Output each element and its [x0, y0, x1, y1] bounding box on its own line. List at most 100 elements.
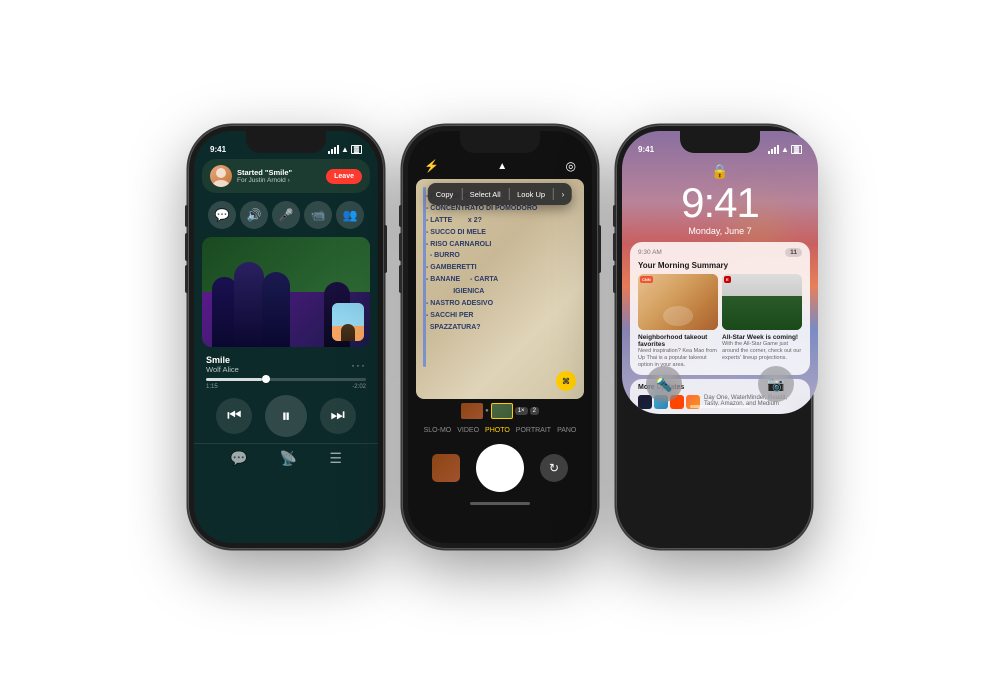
lock-icon: 🔒 — [622, 163, 818, 180]
mode-pano[interactable]: PANO — [557, 427, 576, 434]
leave-button[interactable]: Leave — [326, 169, 362, 184]
article1-image: CNN — [638, 274, 718, 330]
live-text-badge[interactable]: ⌘ — [556, 371, 576, 391]
facetime-controls: 💬 🔊 🎤 📹 👥 — [194, 195, 378, 235]
notch — [460, 131, 540, 153]
select-all-menu-item[interactable]: Select All — [470, 190, 501, 199]
rewind-button[interactable]: ⏮ — [216, 398, 252, 434]
settings-chevron[interactable]: ▲ — [497, 161, 507, 172]
phone-left-screen: 9:41 ▲ ▓ — [194, 131, 378, 543]
status-icons: ▲ ▓ — [328, 145, 362, 154]
notification-captions: Neighborhood takeout favorites Need insp… — [638, 334, 802, 369]
mode-slomo[interactable]: SLO-MO — [424, 427, 452, 434]
volume-up-button[interactable] — [185, 233, 188, 261]
mode-video[interactable]: VIDEO — [457, 427, 479, 434]
photo-thumbnails: ● 1× 2 — [408, 399, 592, 423]
volume-down-button[interactable] — [399, 265, 402, 293]
track-artist: Wolf Alice — [206, 365, 239, 374]
queue-button[interactable]: ☰ — [329, 450, 342, 467]
note-line-7: - GAMBERETTI — [426, 262, 574, 274]
flip-camera-button[interactable]: ↻ — [540, 454, 568, 482]
message-button[interactable]: 💬 — [208, 201, 236, 229]
note-line-8: - BANANE - CARTA — [426, 274, 574, 286]
video-button[interactable]: 📹 — [304, 201, 332, 229]
photo-thumb-2[interactable] — [491, 403, 513, 419]
shutter-button[interactable] — [476, 444, 524, 492]
mute-button[interactable] — [399, 205, 402, 227]
text-selection-indicator — [423, 187, 426, 367]
context-menu: Copy Select All Look Up › — [428, 183, 572, 205]
volume-up-button[interactable] — [613, 233, 616, 261]
camera-mode-selector: SLO-MO VIDEO PHOTO PORTRAIT PANO — [408, 423, 592, 438]
banner-info: Started "Smile" For Justin Arnold › — [210, 165, 292, 187]
power-button[interactable] — [384, 225, 387, 273]
signal-icon — [768, 145, 779, 154]
banner-text: Started "Smile" For Justin Arnold › — [237, 168, 292, 184]
time-row: 1:15 -2:02 — [194, 383, 378, 391]
home-indicator — [690, 405, 750, 408]
phone-left: 9:41 ▲ ▓ — [188, 125, 384, 549]
home-indicator — [470, 502, 530, 505]
airplay-button[interactable]: 📡 — [280, 450, 297, 467]
phone-center-screen: ⚡ ▲ ◎ - PETTI DI POLLO - CONCENTRATO DI … — [408, 131, 592, 543]
progress-track[interactable] — [206, 378, 366, 381]
volume-down-button[interactable] — [613, 265, 616, 293]
avatar — [210, 165, 232, 187]
mode-portrait[interactable]: PORTRAIT — [516, 427, 551, 434]
audio-button[interactable]: 🔊 — [240, 201, 268, 229]
photo-thumb-1[interactable] — [461, 403, 483, 419]
mute-button[interactable] — [185, 205, 188, 227]
lock-screen-date: Monday, June 7 — [622, 226, 818, 236]
mic-button[interactable]: 🎤 — [272, 201, 300, 229]
progress-bar[interactable] — [194, 376, 378, 383]
flashlight-button[interactable]: 🔦 — [646, 366, 682, 402]
phone-right-screen: 9:41 ▲ ▓ 🔒 9:41 Monday, June 7 — [622, 131, 818, 414]
mute-button[interactable] — [613, 205, 616, 227]
volume-up-button[interactable] — [399, 233, 402, 261]
power-button[interactable] — [598, 225, 601, 273]
morning-summary-notification[interactable]: 9:30 AM 11 Your Morning Summary CNN — [630, 242, 810, 375]
pause-button[interactable]: ⏸ — [265, 395, 307, 437]
article1-caption: Neighborhood takeout favorites Need insp… — [638, 334, 718, 369]
copy-menu-item[interactable]: Copy — [436, 190, 454, 199]
notification-title: Your Morning Summary — [638, 261, 802, 270]
mode-photo[interactable]: PHOTO — [485, 427, 510, 434]
shareplay-subtitle: For Justin Arnold › — [237, 177, 292, 184]
article1-title: Neighborhood takeout favorites — [638, 334, 718, 348]
more-options-button[interactable]: ··· — [351, 358, 366, 372]
track-name: Smile — [206, 355, 239, 365]
article2-image: E — [722, 274, 802, 330]
shutter-row: ↻ — [408, 438, 592, 498]
lock-screen-bottom-controls: 🔦 📷 — [622, 366, 818, 402]
volume-down-button[interactable] — [185, 265, 188, 293]
note-line-3: - LATTE x 2? — [426, 215, 574, 227]
gallery-thumbnail[interactable] — [432, 454, 460, 482]
phone-center: ⚡ ▲ ◎ - PETTI DI POLLO - CONCENTRATO DI … — [402, 125, 598, 549]
menu-more-arrow[interactable]: › — [562, 190, 565, 199]
live-photo-button[interactable]: ◎ — [566, 159, 576, 173]
note-line-11: - SACCHI PER — [426, 310, 574, 322]
progress-thumb — [262, 375, 270, 383]
note-background: - PETTI DI POLLO - CONCENTRATO DI POMODO… — [416, 179, 584, 399]
shareplay-title: Started "Smile" — [237, 168, 292, 177]
forward-button[interactable]: ⏭ — [320, 398, 356, 434]
time-remaining: -2:02 — [352, 384, 366, 390]
progress-fill — [206, 378, 262, 381]
notification-time: 9:30 AM — [638, 249, 662, 256]
battery-icon: ▓ — [351, 145, 362, 154]
camera-button[interactable]: 📷 — [758, 366, 794, 402]
note-line-6: - BURRO — [426, 250, 574, 262]
flash-icon[interactable]: ⚡ — [424, 159, 439, 173]
look-up-menu-item[interactable]: Look Up — [517, 190, 545, 199]
status-time: 9:41 — [210, 145, 226, 154]
live-text-overlay: - PETTI DI POLLO - CONCENTRATO DI POMODO… — [416, 179, 584, 399]
lyrics-button[interactable]: 💬 — [230, 450, 247, 467]
bottom-bar: 💬 📡 ☰ — [194, 443, 378, 473]
people-button[interactable]: 👥 — [336, 201, 364, 229]
note-line-4: - SUCCO DI MELE — [426, 227, 574, 239]
lock-screen-time: 9:41 — [622, 182, 818, 224]
time-elapsed: 1:15 — [206, 384, 218, 390]
notch — [246, 131, 326, 153]
album-art — [202, 237, 370, 347]
track-info: Smile Wolf Alice ··· — [194, 349, 378, 376]
